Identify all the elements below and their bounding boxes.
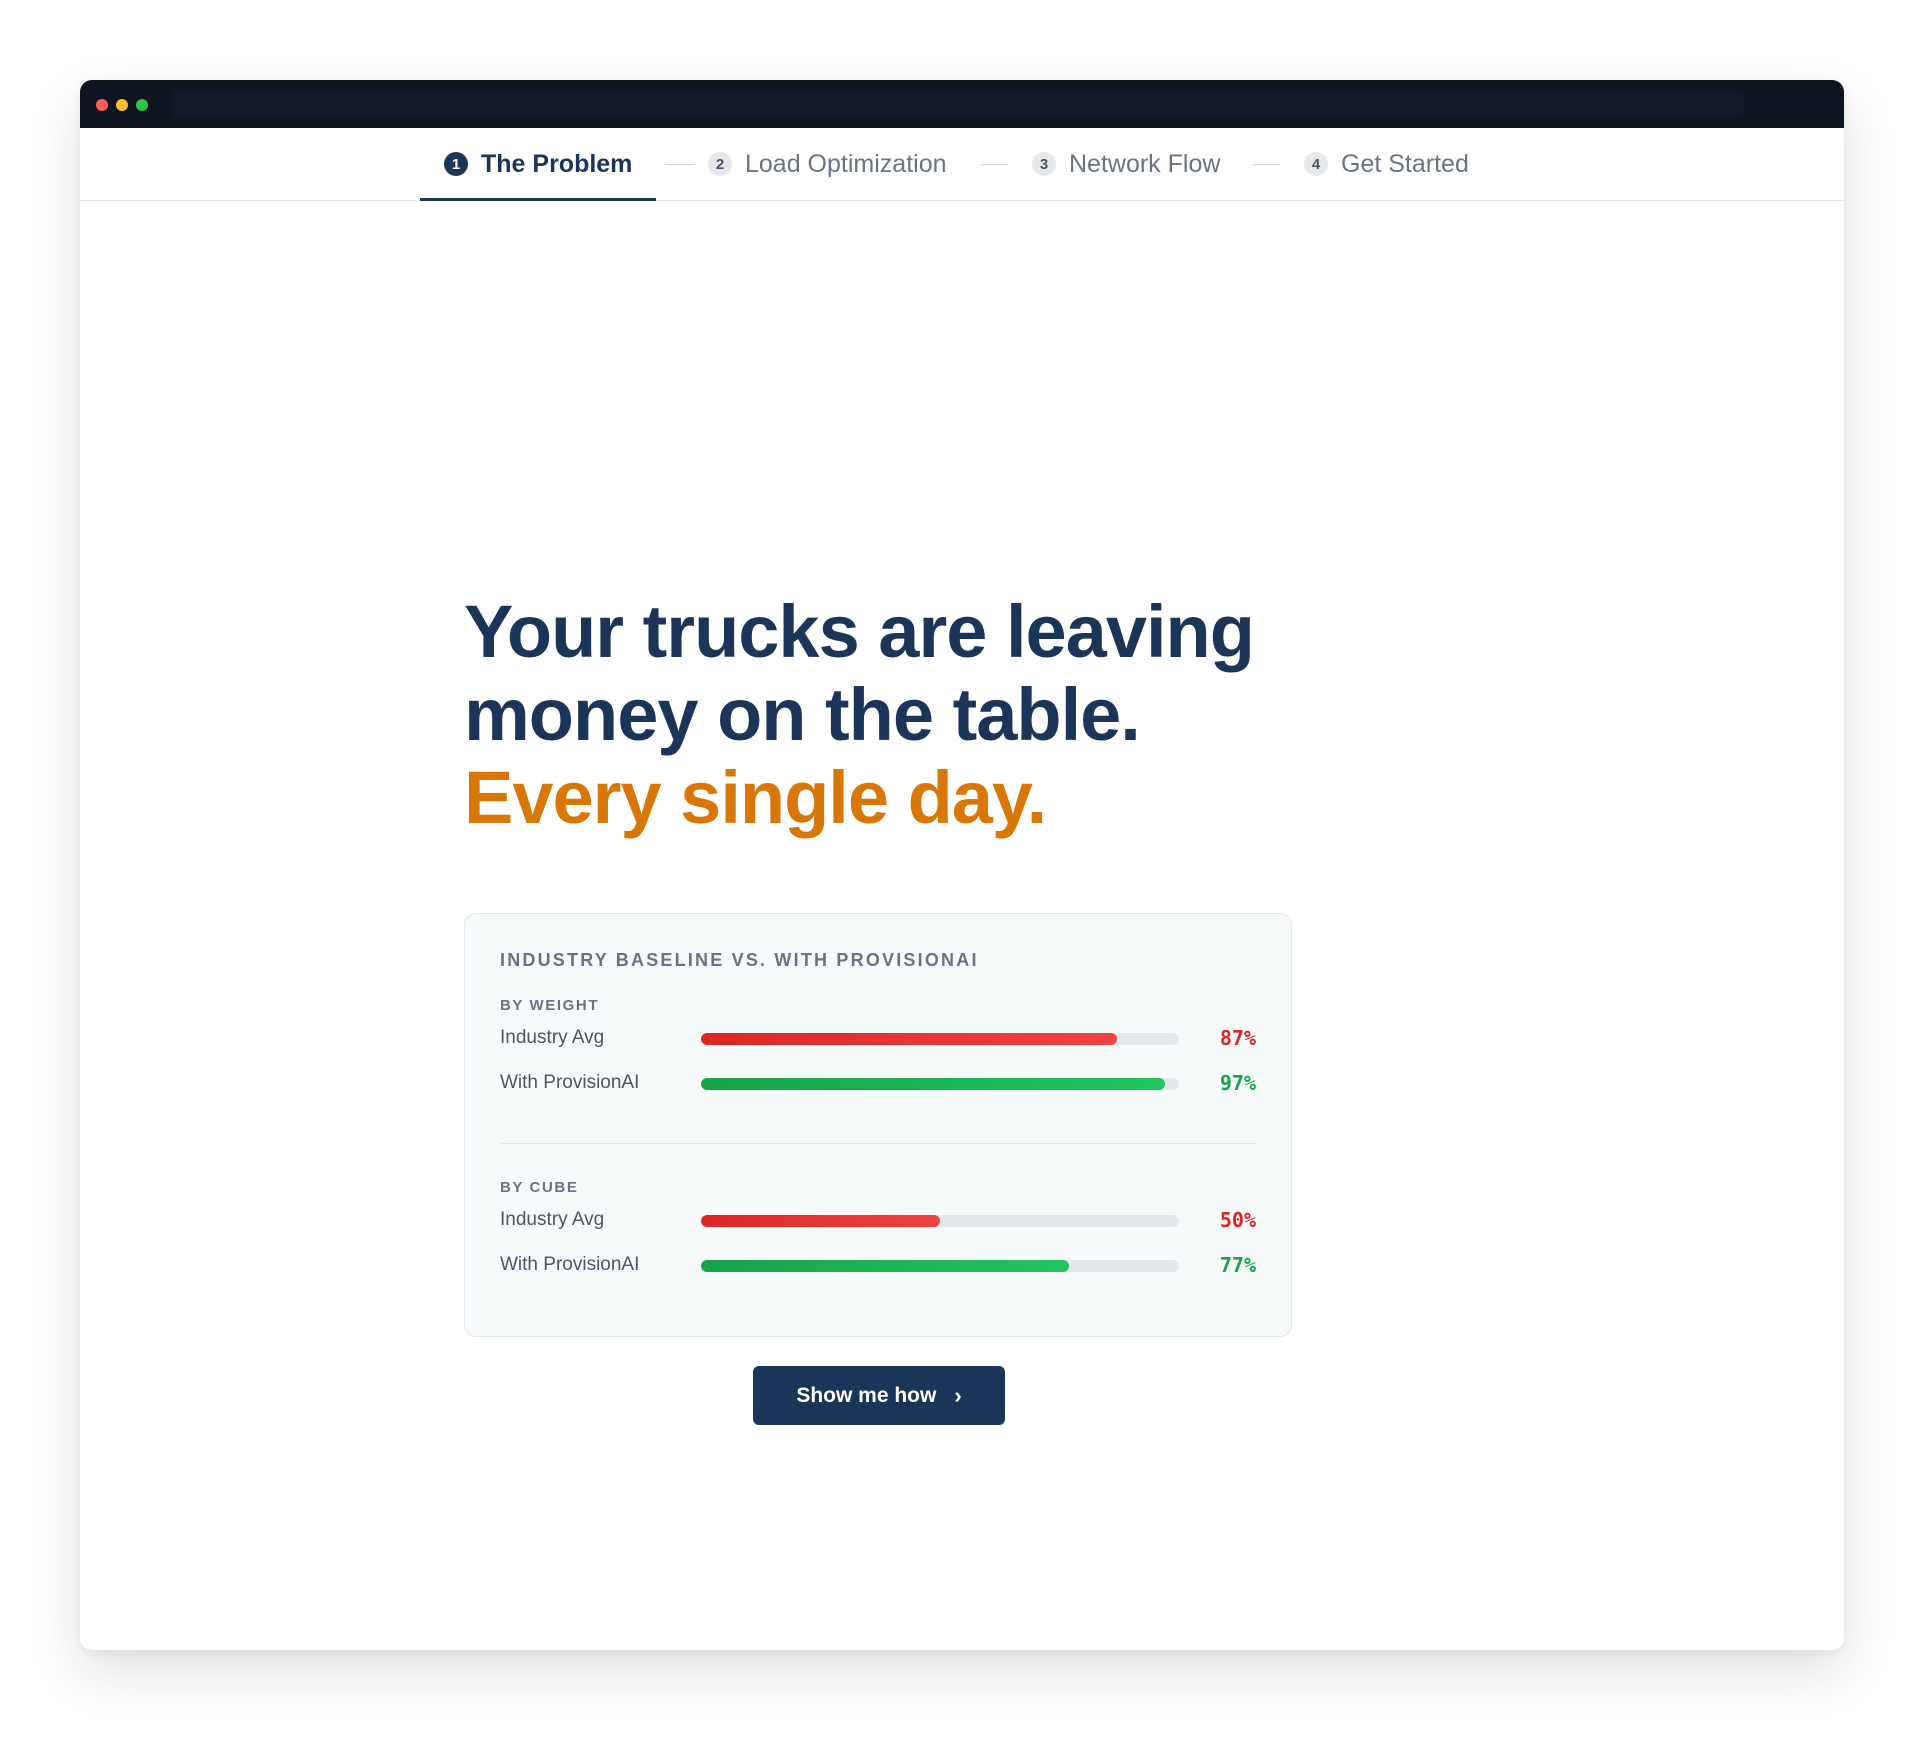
hero-headline: Your trucks are leaving money on the tab… <box>464 590 1364 839</box>
row-label: Industry Avg <box>500 1209 605 1230</box>
minimize-window-icon[interactable] <box>116 99 128 111</box>
chevron-right-icon: › <box>954 1382 962 1408</box>
weight-provisionai-percent: 97% <box>1219 1071 1256 1095</box>
cta-label: Show me how <box>796 1383 937 1407</box>
step-number: 2 <box>708 152 732 176</box>
step-connector <box>1252 164 1280 165</box>
cube-provisionai-bar <box>701 1260 1070 1272</box>
cube-industry-percent: 50% <box>1219 1208 1256 1232</box>
cube-provisionai-percent: 77% <box>1219 1253 1256 1277</box>
step-number: 4 <box>1304 152 1328 176</box>
step-label: Get Started <box>1341 149 1469 178</box>
step-get-started[interactable]: 4 Get Started <box>1304 128 1469 200</box>
weight-industry-bar <box>701 1033 1117 1045</box>
weight-provisionai-bar <box>701 1078 1165 1090</box>
step-the-problem[interactable]: 1 The Problem <box>419 128 657 201</box>
row-label: Industry Avg <box>500 1027 605 1048</box>
section-divider <box>500 1143 1256 1144</box>
row-label: With ProvisionAI <box>500 1254 640 1275</box>
window-titlebar <box>80 80 1844 128</box>
address-bar[interactable] <box>172 90 1744 118</box>
weight-industry-bar-track <box>701 1033 1179 1045</box>
maximize-window-icon[interactable] <box>136 99 148 111</box>
row-label: With ProvisionAI <box>500 1072 640 1093</box>
step-network-flow[interactable]: 3 Network Flow <box>1032 128 1220 200</box>
weight-industry-percent: 87% <box>1219 1026 1256 1050</box>
headline-accent: Every single day. <box>464 756 1047 839</box>
comparison-title: INDUSTRY BASELINE VS. WITH PROVISIONAI <box>500 950 979 970</box>
weight-provisionai-bar-track <box>701 1078 1179 1090</box>
headline-line-1: Your trucks are leaving <box>464 590 1255 673</box>
show-me-how-button[interactable]: Show me how › <box>753 1366 1005 1425</box>
step-number: 3 <box>1032 152 1056 176</box>
step-load-optimization[interactable]: 2 Load Optimization <box>708 128 947 200</box>
cube-provisionai-bar-track <box>701 1260 1179 1272</box>
step-connector <box>666 164 694 165</box>
cube-industry-bar-track <box>701 1215 1179 1227</box>
step-number: 1 <box>444 152 468 176</box>
comparison-card: INDUSTRY BASELINE VS. WITH PROVISIONAI B… <box>464 913 1292 1337</box>
step-navigation: 1 The Problem 2 Load Optimization 3 Netw… <box>80 128 1844 201</box>
section-label-cube: BY CUBE <box>500 1179 579 1196</box>
close-window-icon[interactable] <box>96 99 108 111</box>
cube-industry-bar <box>701 1215 940 1227</box>
step-label: Network Flow <box>1069 149 1221 178</box>
section-label-weight: BY WEIGHT <box>500 997 600 1014</box>
step-label: The Problem <box>481 149 633 178</box>
headline-line-2: money on the table. <box>464 673 1141 756</box>
step-connector <box>980 164 1008 165</box>
step-label: Load Optimization <box>745 149 947 178</box>
